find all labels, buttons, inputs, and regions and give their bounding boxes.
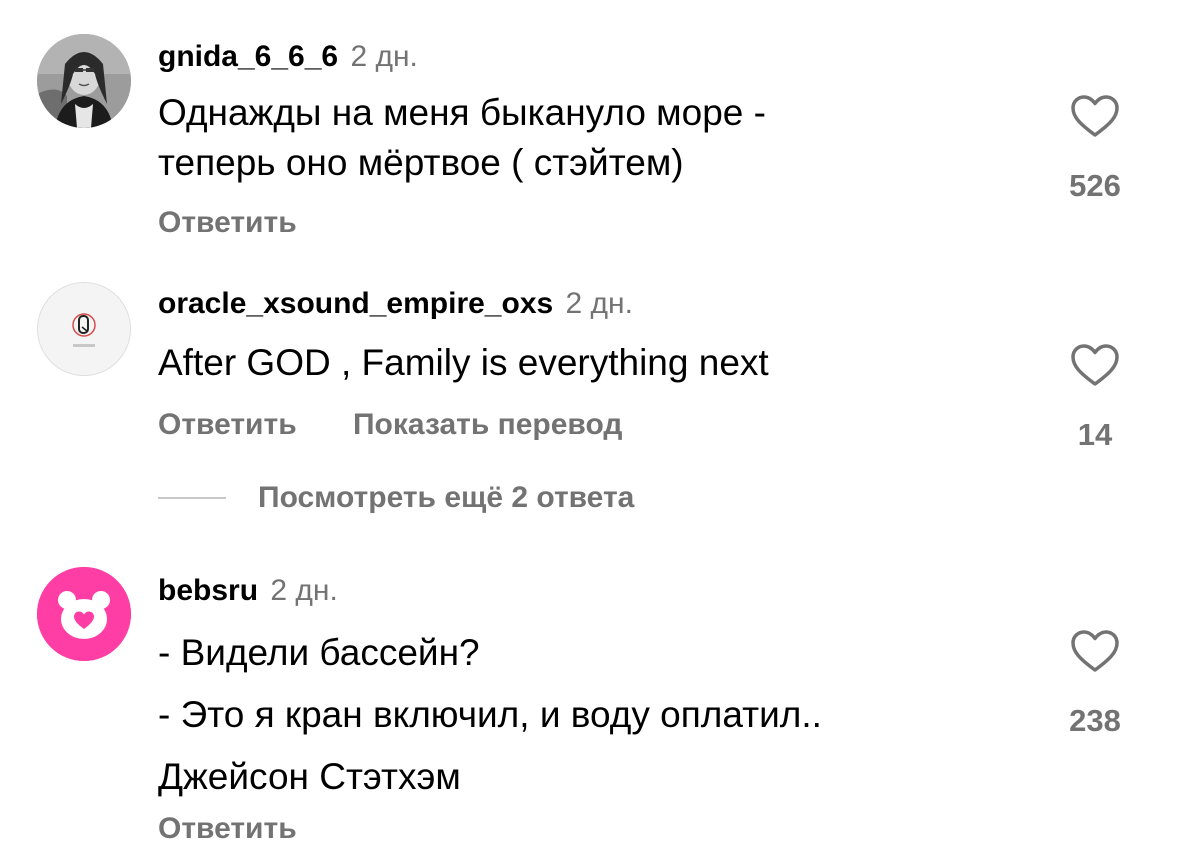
timestamp: 2 дн. <box>565 287 633 320</box>
view-replies-button[interactable]: Посмотреть ещё 2 ответа <box>158 478 634 518</box>
mona-lisa-avatar-icon <box>37 34 131 128</box>
timestamp: 2 дн. <box>270 574 338 607</box>
comment-text-line: After GOD , Family is everything next <box>158 342 769 383</box>
heart-icon[interactable] <box>1070 629 1120 673</box>
like-control: 14 <box>1060 343 1130 453</box>
reply-button[interactable]: Ответить <box>158 812 297 845</box>
pink-bear-avatar-icon <box>37 567 131 661</box>
timestamp: 2 дн. <box>350 40 418 73</box>
username-line: bebsru 2 дн. <box>158 574 338 608</box>
user-avatar[interactable] <box>37 34 131 128</box>
like-count: 238 <box>1069 703 1121 738</box>
comment-actions: Ответить <box>158 206 297 240</box>
username-line: oracle_xsound_empire_oxs 2 дн. <box>158 287 633 321</box>
username[interactable]: bebsru <box>158 574 258 607</box>
divider-line <box>158 497 226 499</box>
comment-text-line: Джейсон Стэтхэм <box>158 756 461 797</box>
heart-icon[interactable] <box>1070 94 1120 138</box>
comment-text-line: - Это я кран включил, и воду оплатил.. <box>158 694 822 735</box>
username-line: gnida_6_6_6 2 дн. <box>158 40 418 74</box>
username[interactable]: oracle_xsound_empire_oxs <box>158 287 553 320</box>
user-avatar[interactable] <box>37 282 131 376</box>
comment-text: - Видели бассейн? - Это я кран включил, … <box>158 622 822 808</box>
heart-icon[interactable] <box>1070 343 1120 387</box>
comment-actions: Ответить <box>158 812 297 846</box>
reply-button[interactable]: Ответить <box>158 206 297 239</box>
reply-button[interactable]: Ответить <box>158 408 297 441</box>
like-control: 238 <box>1060 629 1130 739</box>
username[interactable]: gnida_6_6_6 <box>158 40 338 73</box>
like-count: 526 <box>1069 168 1121 203</box>
comment-text: After GOD , Family is everything next <box>158 338 769 388</box>
comment-text: Однажды на меня быкануло море - теперь о… <box>158 88 766 188</box>
like-control: 526 <box>1060 94 1130 204</box>
comment-actions: Ответить Показать перевод <box>158 408 622 442</box>
oracle-logo-avatar-icon <box>38 283 130 375</box>
show-translation-button[interactable]: Показать перевод <box>353 408 622 441</box>
view-replies-label: Посмотреть ещё 2 ответа <box>258 481 635 514</box>
comment-text-line: Однажды на меня быкануло море - <box>158 92 766 133</box>
comment-text-line: - Видели бассейн? <box>158 632 480 673</box>
comment-text-line: теперь оно мёртвое ( стэйтем) <box>158 142 684 183</box>
like-count: 14 <box>1077 417 1113 452</box>
user-avatar[interactable] <box>37 567 131 661</box>
